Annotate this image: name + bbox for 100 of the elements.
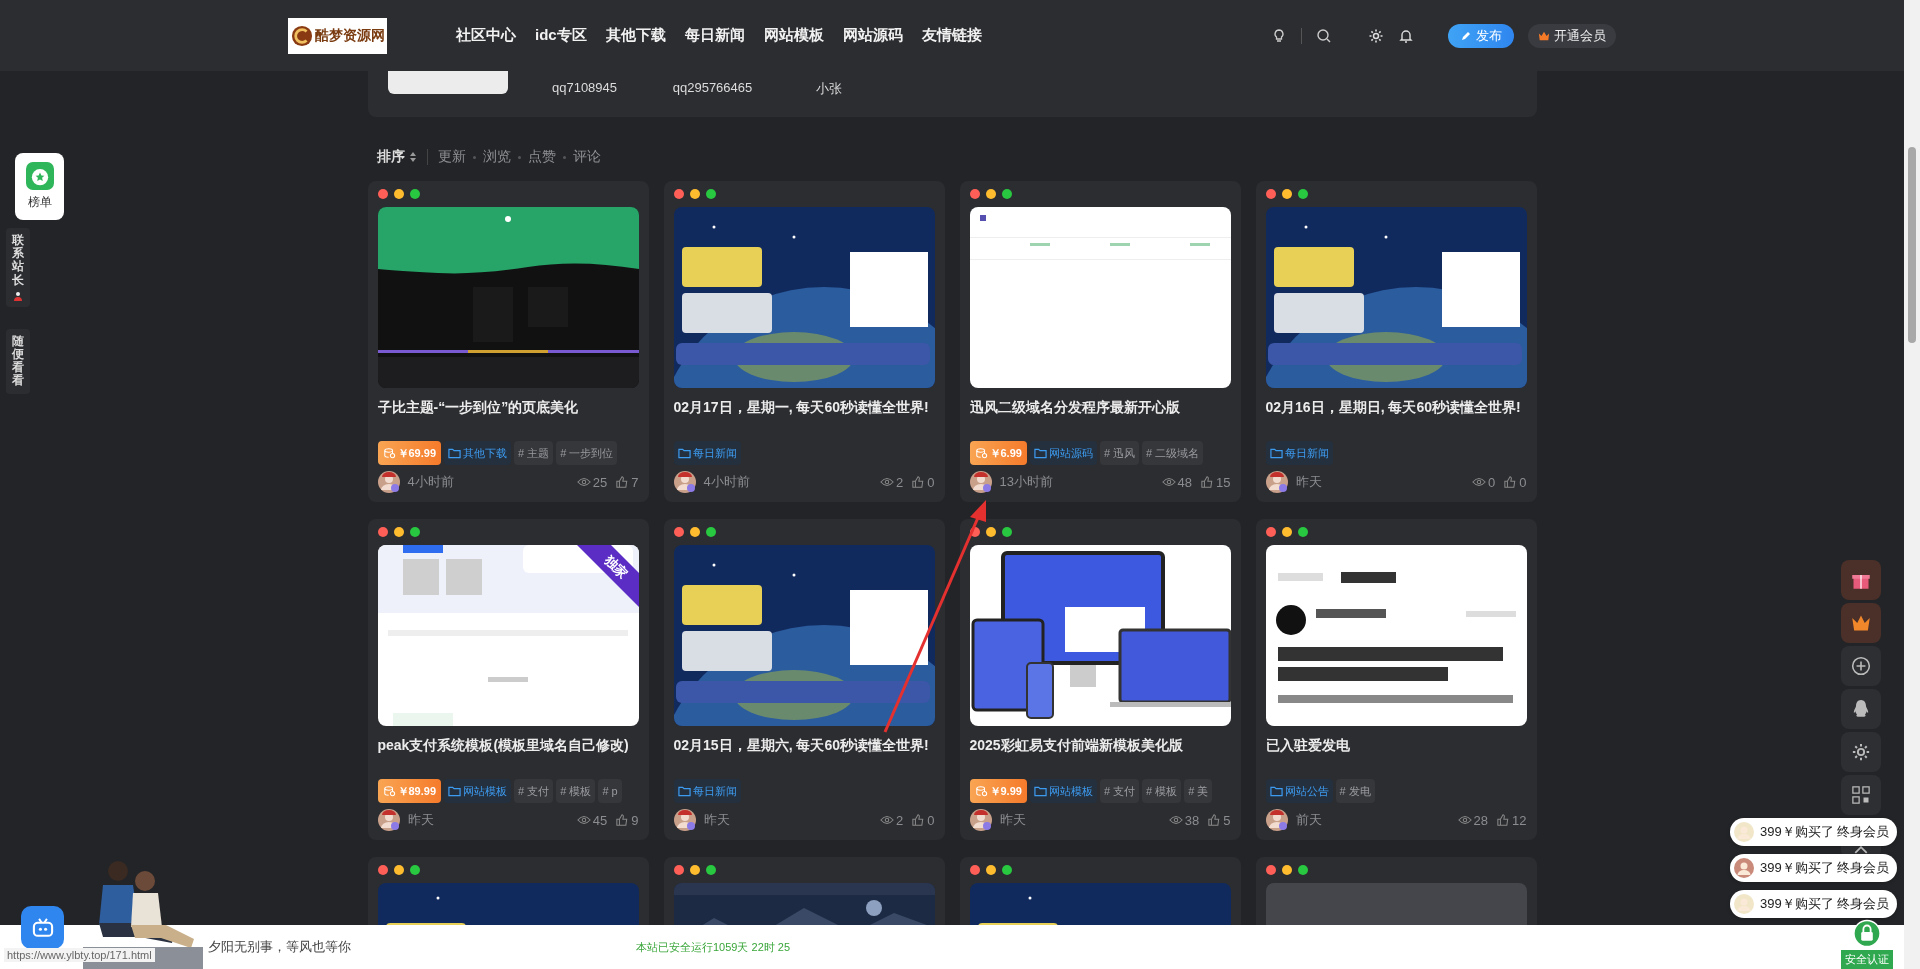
post-time: 昨天 xyxy=(407,811,434,829)
post-card[interactable]: 子比主题-“一步到位”的页底美化 ￥69.99 其他下载 # 主题 # 一步到位 4小时前 25 7 xyxy=(367,181,649,502)
avatar-icon[interactable] xyxy=(1265,471,1288,493)
hash-tag[interactable]: # 二级域名 xyxy=(1142,441,1204,465)
search-icon[interactable] xyxy=(1316,27,1332,44)
sort-icon[interactable] xyxy=(408,151,417,163)
settings-icon[interactable] xyxy=(1368,27,1384,44)
hash-tag[interactable]: # 支付 xyxy=(1099,779,1140,803)
hash-tag[interactable]: # p xyxy=(598,779,622,803)
side-tab[interactable]: 联系站长 xyxy=(6,228,30,307)
gift-button[interactable] xyxy=(1841,560,1881,600)
chat-bot-button[interactable] xyxy=(21,906,64,949)
hash-tag[interactable]: # 模板 xyxy=(1142,779,1182,803)
post-card[interactable]: 02月15日，星期六, 每天60秒读懂全世界! 每日新闻 昨天 2 0 xyxy=(663,519,945,840)
add-button[interactable] xyxy=(1841,646,1881,686)
site-logo[interactable]: 酷梦资源网 xyxy=(288,17,387,54)
category-tag[interactable]: 其他下载 xyxy=(444,441,512,465)
hash-tag[interactable]: # 支付 xyxy=(514,779,554,803)
avatar-icon[interactable] xyxy=(377,471,400,493)
user-name[interactable]: 小张 xyxy=(815,80,842,98)
avatar-icon[interactable] xyxy=(673,471,696,493)
post-card[interactable]: 迅风二级域名分发程序最新开心版 ￥6.99 网站源码 # 迅风 # 二级域名 13小时前 48 15 xyxy=(959,181,1241,502)
post-title[interactable]: 02月16日，星期日, 每天60秒读懂全世界! xyxy=(1265,396,1527,440)
rank-button[interactable]: 榜单 xyxy=(15,153,64,220)
sort-option[interactable]: 更新 xyxy=(437,148,466,166)
hash-tag[interactable]: # 迅风 xyxy=(1099,441,1140,465)
eye-icon xyxy=(576,476,591,488)
qr-code-button[interactable] xyxy=(1841,775,1881,815)
uptime-text: 本站已安全运行1059天 22时 25 xyxy=(636,939,791,955)
hash-tag[interactable]: # 一步到位 xyxy=(556,441,618,465)
post-card[interactable]: 02月17日，星期一, 每天60秒读懂全世界! 每日新闻 4小时前 2 0 xyxy=(663,181,945,502)
nav-link[interactable]: 社区中心 xyxy=(456,26,516,45)
nav-link[interactable]: idc专区 xyxy=(535,26,587,45)
folder-icon xyxy=(1033,785,1047,797)
vip-button[interactable]: 开通会员 xyxy=(1528,23,1616,48)
nav-link[interactable]: 网站模板 xyxy=(763,26,824,45)
folder-icon xyxy=(448,785,462,797)
category-tag[interactable]: 网站公告 xyxy=(1265,779,1333,803)
window-dot xyxy=(1281,865,1292,875)
eye-icon xyxy=(1168,814,1183,826)
sort-option[interactable]: 点赞 xyxy=(527,148,556,166)
category-tag[interactable]: 网站模板 xyxy=(444,779,512,803)
post-title[interactable]: 02月15日，星期六, 每天60秒读懂全世界! xyxy=(673,734,935,778)
avatar-icon[interactable] xyxy=(969,471,992,493)
thumbs-up-icon[interactable] xyxy=(1503,476,1518,488)
lightbulb-icon[interactable] xyxy=(1271,27,1287,44)
pencil-icon xyxy=(1460,29,1472,42)
eye-icon xyxy=(1161,476,1176,488)
nav-link[interactable]: 其他下载 xyxy=(605,26,666,45)
post-card[interactable]: 已入驻爱发电 网站公告 # 发电 前天 28 12 xyxy=(1255,519,1537,840)
bell-icon[interactable] xyxy=(1398,27,1414,44)
category-tag[interactable]: 网站模板 xyxy=(1029,779,1097,803)
post-title[interactable]: 已入驻爱发电 xyxy=(1265,734,1527,778)
post-card[interactable]: 独家 peak支付系统模板(模板里域名自己修改) ￥89.99 网站模板 # 支付 # 模板 # p 昨天 45 9 xyxy=(367,519,649,840)
sort-option[interactable]: 评论 xyxy=(572,148,601,166)
thumbs-up-icon[interactable] xyxy=(1200,476,1215,488)
folder-icon xyxy=(448,447,462,459)
nav-link[interactable]: 友情链接 xyxy=(921,26,982,45)
hash-tag[interactable]: # 主题 xyxy=(514,441,554,465)
avatar-icon[interactable] xyxy=(377,809,400,831)
hash-tag[interactable]: # 发电 xyxy=(1335,779,1375,803)
thumbs-up-icon[interactable] xyxy=(1496,814,1511,826)
purchase-text: 399￥购买了 终身会员 xyxy=(1760,859,1890,877)
avatar-icon[interactable] xyxy=(1265,809,1288,831)
post-card[interactable]: 2025彩虹易支付前端新模板美化版 ￥9.99 网站模板 # 支付 # 模板 # 美 昨天 38 5 xyxy=(959,519,1241,840)
thumbs-up-icon[interactable] xyxy=(615,476,630,488)
penguin-button[interactable] xyxy=(1841,689,1881,729)
category-tag[interactable]: 网站源码 xyxy=(1029,441,1097,465)
avatar-icon[interactable] xyxy=(969,809,992,831)
sort-option[interactable]: 浏览 xyxy=(482,148,511,166)
post-title[interactable]: 02月17日，星期一, 每天60秒读懂全世界! xyxy=(673,396,935,440)
category-tag[interactable]: 每日新闻 xyxy=(673,779,741,803)
category-tag[interactable]: 每日新闻 xyxy=(1265,441,1333,465)
post-title[interactable]: 子比主题-“一步到位”的页底美化 xyxy=(377,396,639,440)
thumbs-up-icon[interactable] xyxy=(615,814,630,826)
hash-tag[interactable]: # 模板 xyxy=(556,779,596,803)
thumbs-up-icon[interactable] xyxy=(911,476,926,488)
category-tag[interactable]: 每日新闻 xyxy=(673,441,741,465)
post-card[interactable]: 02月16日，星期日, 每天60秒读懂全世界! 每日新闻 昨天 0 0 xyxy=(1255,181,1537,502)
thumbs-up-icon[interactable] xyxy=(911,814,926,826)
user-name[interactable]: qq7108945 xyxy=(551,80,618,95)
side-tab[interactable]: 随便看看 xyxy=(6,328,30,394)
crown-button[interactable] xyxy=(1841,603,1881,643)
eye-icon xyxy=(1457,814,1472,826)
coins-icon xyxy=(974,785,988,797)
nav-link[interactable]: 网站源码 xyxy=(842,26,903,45)
thumbs-up-icon[interactable] xyxy=(1207,814,1222,826)
settings-button[interactable] xyxy=(1841,732,1881,772)
post-title[interactable]: peak支付系统模板(模板里域名自己修改) xyxy=(377,734,639,778)
post-title[interactable]: 迅风二级域名分发程序最新开心版 xyxy=(969,396,1231,440)
post-title[interactable]: 2025彩虹易支付前端新模板美化版 xyxy=(969,734,1231,778)
hash-tag[interactable]: # 美 xyxy=(1184,779,1213,803)
qr-code-icon xyxy=(1851,785,1871,805)
user-name[interactable]: qq295766465 xyxy=(672,80,753,95)
nav-link[interactable]: 每日新闻 xyxy=(684,26,745,45)
folder-icon xyxy=(677,785,691,797)
scrollbar[interactable] xyxy=(1904,0,1920,969)
avatar-icon[interactable] xyxy=(673,809,696,831)
sort-label[interactable]: 排序 xyxy=(376,148,405,166)
window-dot xyxy=(409,189,420,199)
